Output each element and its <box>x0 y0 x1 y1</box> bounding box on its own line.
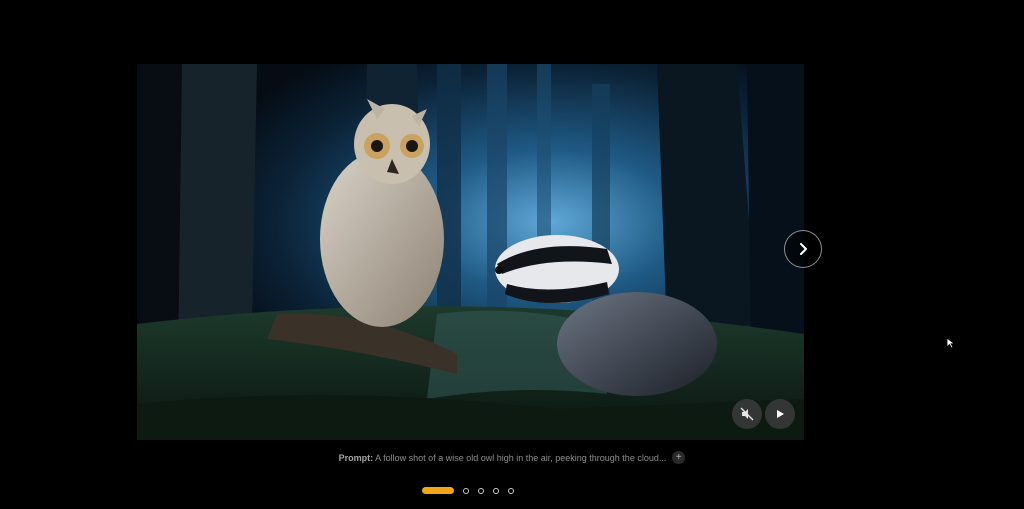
slide-pager <box>422 487 514 494</box>
forest-scene-image <box>137 64 804 440</box>
next-slide-button[interactable] <box>784 230 822 268</box>
prompt-value: A follow shot of a wise old owl high in … <box>375 452 667 463</box>
play-icon <box>777 410 784 418</box>
video-preview[interactable] <box>137 64 804 440</box>
mouse-pointer-icon <box>946 336 956 354</box>
pager-dot-active[interactable] <box>422 487 454 494</box>
pager-dot[interactable] <box>463 487 469 494</box>
pager-dot[interactable] <box>508 487 514 494</box>
chevron-right-icon <box>800 243 807 255</box>
pager-dot[interactable] <box>493 487 499 494</box>
prompt-text: Prompt: A follow shot of a wise old owl … <box>339 453 667 463</box>
pager-dot[interactable] <box>478 487 484 494</box>
prompt-label: Prompt: <box>338 452 374 463</box>
prompt-caption: Prompt: A follow shot of a wise old owl … <box>0 451 1024 464</box>
mute-button[interactable] <box>732 399 762 429</box>
expand-prompt-button[interactable]: + <box>672 451 686 464</box>
volume-off-icon <box>740 407 754 421</box>
play-button[interactable] <box>765 399 795 429</box>
